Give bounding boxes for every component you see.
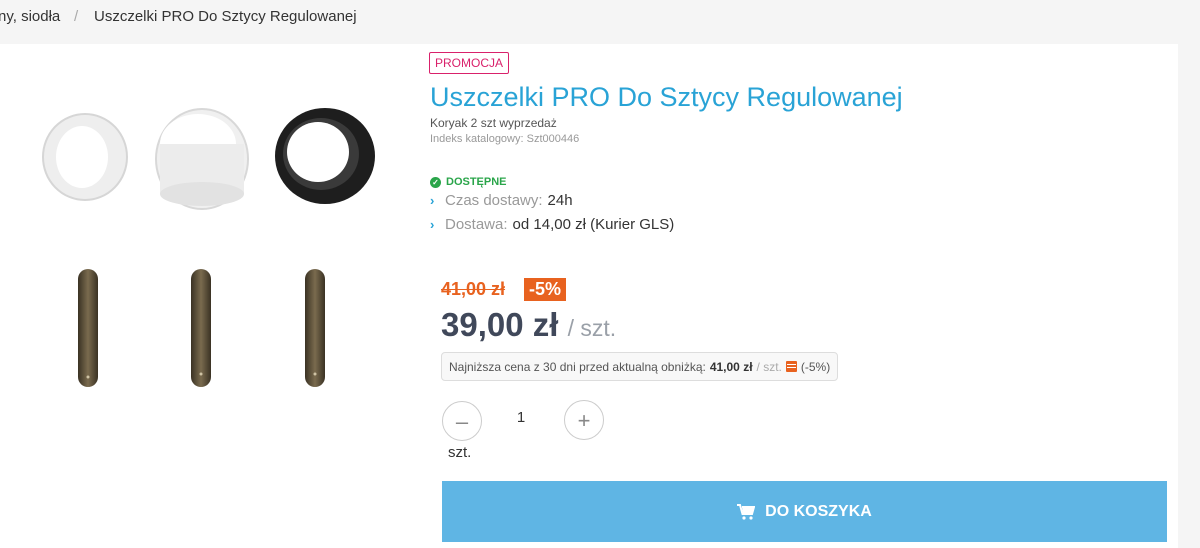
shipping-row: › Dostawa: od 14,00 zł (Kurier GLS) (430, 216, 674, 233)
price-value: 39,00 zł (441, 306, 559, 343)
current-price: 39,00 zł / szt. (441, 306, 616, 344)
add-to-cart-button[interactable]: DO KOSZYKA (442, 481, 1167, 542)
lowest-price-unit: / szt. (756, 359, 782, 374)
delivery-time-label: Czas dostawy: (445, 192, 543, 209)
product-image[interactable] (0, 44, 420, 444)
minus-icon: – (455, 409, 469, 434)
price-unit: / szt. (567, 315, 617, 341)
product-title: Uszczelki PRO Do Sztycy Regulowanej (430, 82, 903, 112)
chevron-right-icon: › (430, 193, 435, 208)
chevron-right-icon: › (430, 217, 435, 232)
breadcrumb-separator: / (74, 8, 79, 25)
availability-status: ✓ DOSTĘPNE (430, 176, 507, 188)
shipping-value: od 14,00 zł (Kurier GLS) (512, 216, 675, 233)
catalog-index: Indeks katalogowy: Szt000446 (430, 133, 580, 145)
promo-badge: PROMOCJA (429, 52, 510, 74)
old-price: 41,00 zł (441, 279, 506, 299)
product-subtitle: Koryak 2 szt wyprzedaż (430, 116, 557, 130)
lowest-price-diff: (-5%) (800, 359, 831, 374)
lowest-price-info: Najniższa cena z 30 dni przed aktualną o… (441, 352, 839, 381)
check-icon: ✓ (430, 176, 441, 188)
add-to-cart-label: DO KOSZYKA (765, 502, 872, 520)
calendar-icon (785, 361, 797, 372)
discount-badge: -5% (524, 278, 567, 301)
quantity-decrease-button[interactable]: – (442, 401, 482, 441)
cart-icon (737, 503, 756, 520)
quantity-input[interactable]: 1 (510, 409, 532, 426)
breadcrumb-current: Uszczelki PRO Do Sztycy Regulowanej (94, 8, 357, 25)
breadcrumb: ny, siodła / Uszczelki PRO Do Sztycy Reg… (0, 0, 1200, 30)
delivery-time-row: › Czas dostawy: 24h (430, 192, 573, 209)
quantity-unit: szt. (448, 444, 472, 461)
lowest-price-label: Najniższa cena z 30 dni przed aktualną o… (449, 359, 706, 374)
quantity-increase-button[interactable]: + (564, 400, 604, 440)
plus-icon: + (577, 408, 591, 433)
breadcrumb-link-category[interactable]: ny, siodła (0, 3, 60, 31)
availability-label: DOSTĘPNE (446, 176, 507, 188)
shipping-label: Dostawa: (445, 216, 508, 233)
delivery-time-value: 24h (547, 192, 573, 209)
lowest-price-value: 41,00 zł (709, 359, 753, 374)
